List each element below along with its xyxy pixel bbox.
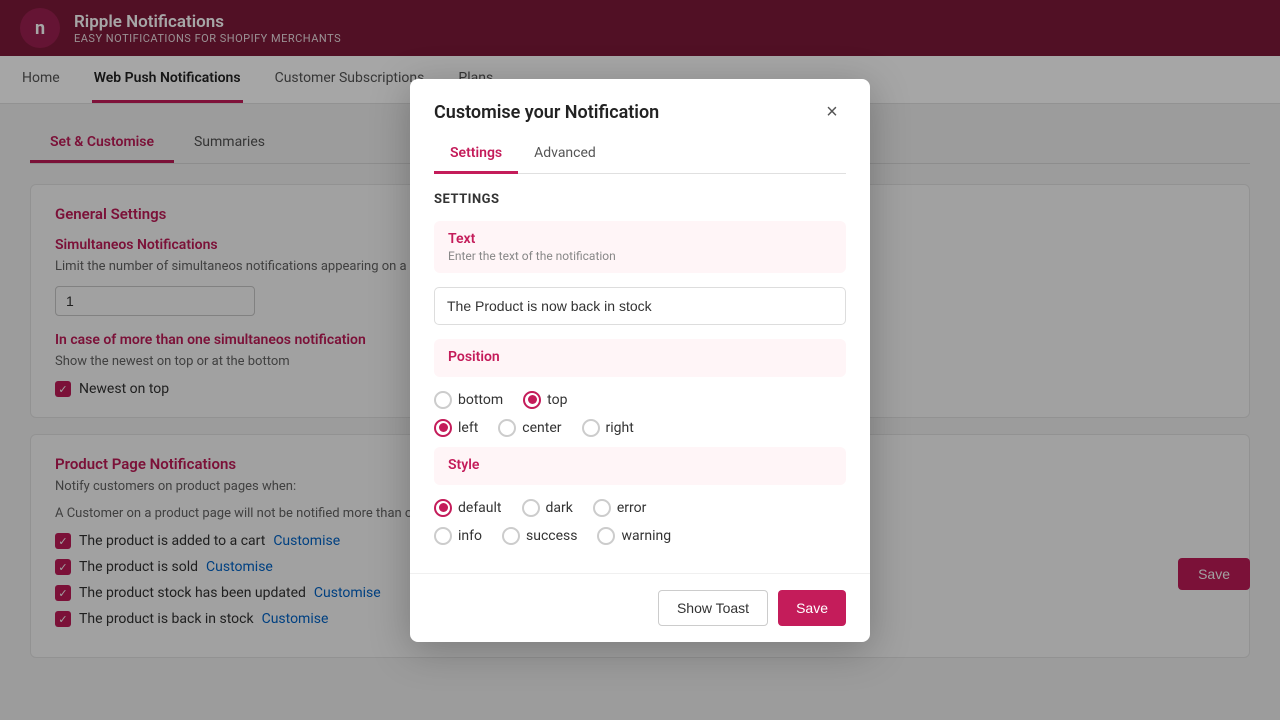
modal-overlay: Customise your Notification × Settings A… — [0, 0, 1280, 720]
position-right[interactable]: right — [582, 419, 634, 437]
modal-header: Customise your Notification × — [410, 79, 870, 127]
text-field-label: Text — [448, 231, 832, 247]
position-field-group: Position — [434, 339, 846, 377]
position-left[interactable]: left — [434, 419, 478, 437]
style-dark[interactable]: dark — [522, 499, 573, 517]
style-success[interactable]: success — [502, 527, 577, 545]
position-label: Position — [448, 349, 832, 365]
modal-tab-advanced[interactable]: Advanced — [518, 135, 612, 174]
text-field-sublabel: Enter the text of the notification — [448, 249, 832, 263]
style-default-label: default — [458, 500, 502, 516]
radio-center-circle — [498, 419, 516, 437]
position-top-label: top — [547, 392, 567, 408]
modal-tabs: Settings Advanced — [434, 135, 846, 174]
radio-bottom-circle — [434, 391, 452, 409]
radio-success-circle — [502, 527, 520, 545]
position-top[interactable]: top — [523, 391, 567, 409]
modal-body: SETTINGS Text Enter the text of the noti… — [410, 174, 870, 573]
style-error[interactable]: error — [593, 499, 647, 517]
style-success-label: success — [526, 528, 577, 544]
style-error-label: error — [617, 500, 647, 516]
position-bottom-label: bottom — [458, 392, 503, 408]
position-left-label: left — [458, 420, 478, 436]
style-warning-label: warning — [621, 528, 671, 544]
radio-right-circle — [582, 419, 600, 437]
modal-title: Customise your Notification — [434, 102, 659, 123]
position-right-label: right — [606, 420, 634, 436]
position-row2: left center right — [434, 419, 846, 437]
style-dark-label: dark — [546, 500, 573, 516]
notification-text-input[interactable] — [434, 287, 846, 325]
style-info-label: info — [458, 528, 482, 544]
radio-info-circle — [434, 527, 452, 545]
position-bottom[interactable]: bottom — [434, 391, 503, 409]
style-default[interactable]: default — [434, 499, 502, 517]
style-field-group: Style — [434, 447, 846, 485]
radio-left-circle — [434, 419, 452, 437]
modal-save-button[interactable]: Save — [778, 590, 846, 626]
position-center-label: center — [522, 420, 561, 436]
modal-close-button[interactable]: × — [818, 99, 846, 127]
position-row1: bottom top — [434, 391, 846, 409]
style-row1: default dark error — [434, 499, 846, 517]
radio-error-circle — [593, 499, 611, 517]
text-field-group: Text Enter the text of the notification — [434, 221, 846, 273]
customise-modal: Customise your Notification × Settings A… — [410, 79, 870, 642]
radio-top-circle — [523, 391, 541, 409]
style-info[interactable]: info — [434, 527, 482, 545]
settings-section-header: SETTINGS — [434, 192, 846, 207]
style-warning[interactable]: warning — [597, 527, 671, 545]
radio-default-circle — [434, 499, 452, 517]
style-label: Style — [448, 457, 832, 473]
style-row2: info success warning — [434, 527, 846, 545]
modal-footer: Show Toast Save — [410, 573, 870, 642]
radio-dark-circle — [522, 499, 540, 517]
show-toast-button[interactable]: Show Toast — [658, 590, 768, 626]
radio-warning-circle — [597, 527, 615, 545]
position-center[interactable]: center — [498, 419, 561, 437]
modal-tab-settings[interactable]: Settings — [434, 135, 518, 174]
